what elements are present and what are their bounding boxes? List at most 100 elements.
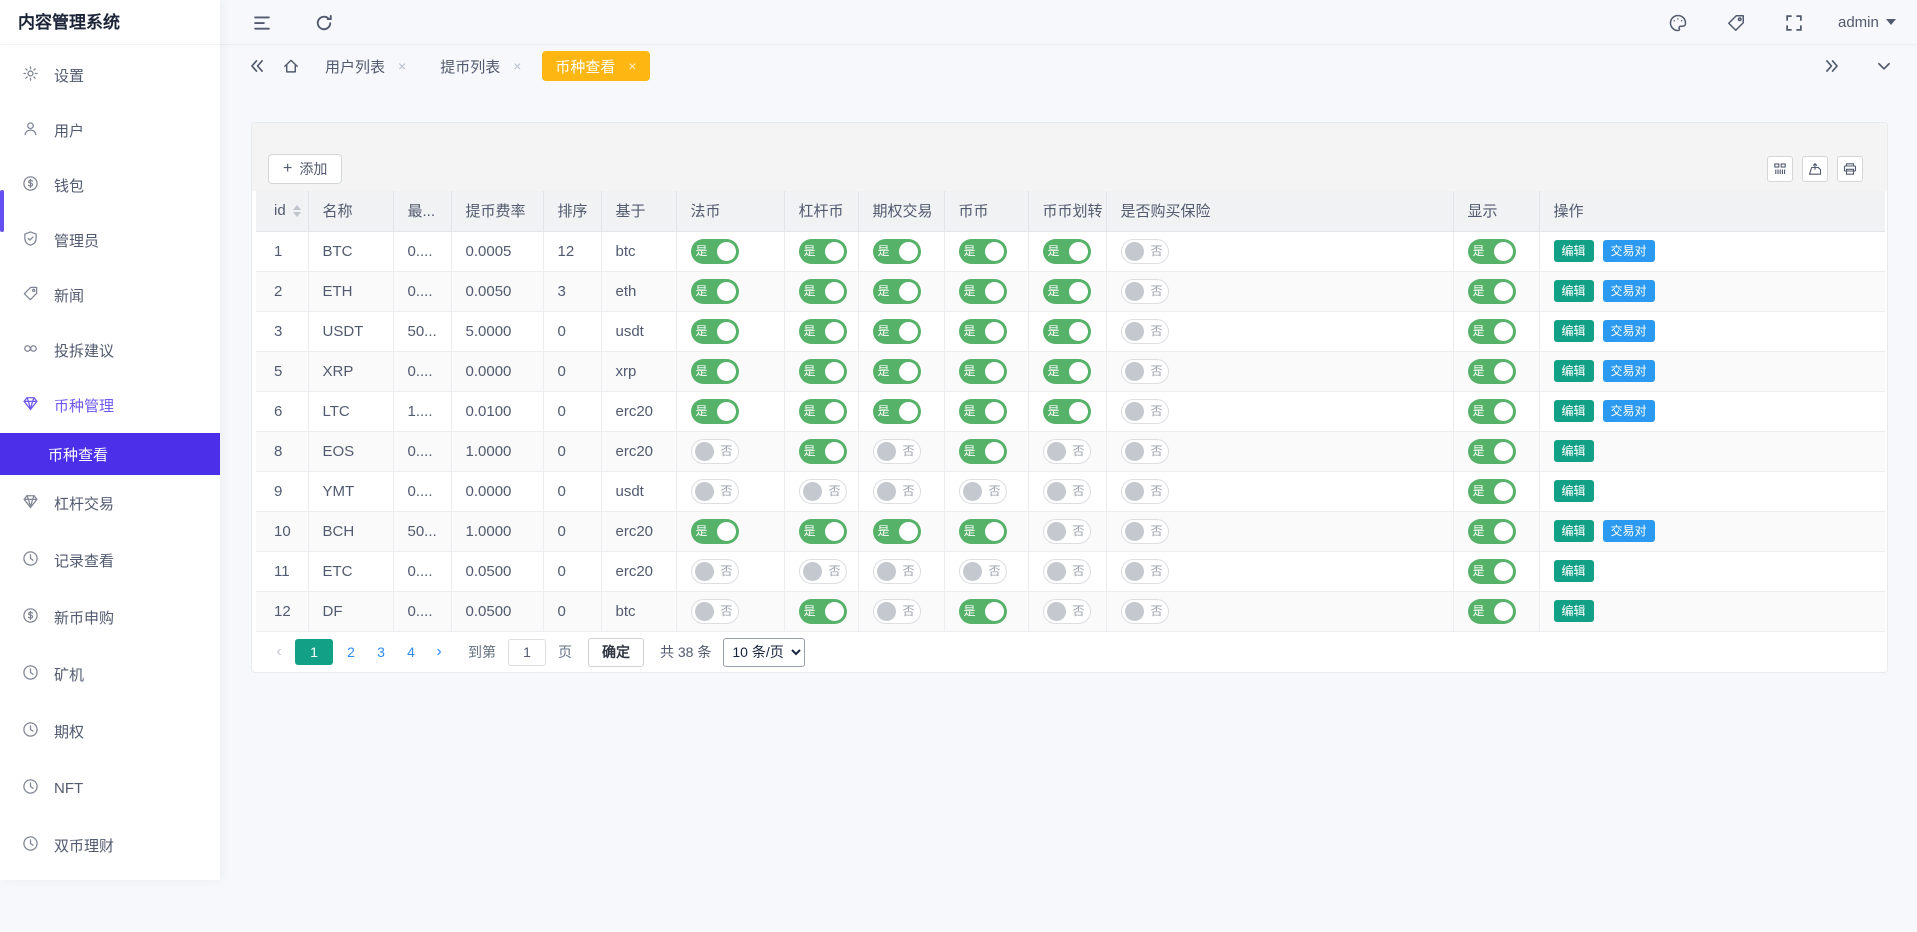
insurance-toggle[interactable]: 否 bbox=[1121, 279, 1169, 304]
insurance-toggle[interactable]: 否 bbox=[1121, 359, 1169, 384]
lever-toggle[interactable]: 是 bbox=[799, 359, 847, 384]
tag-icon[interactable] bbox=[1726, 13, 1746, 33]
tab-item[interactable]: 币种查看× bbox=[542, 51, 649, 81]
page-number-2[interactable]: 2 bbox=[339, 639, 363, 665]
show-toggle[interactable]: 是 bbox=[1468, 439, 1516, 464]
fiat-toggle[interactable]: 是 bbox=[691, 399, 739, 424]
transfer-toggle[interactable]: 是 bbox=[1043, 359, 1091, 384]
edit-button[interactable]: 编辑 bbox=[1554, 560, 1594, 582]
coin-toggle[interactable]: 是 bbox=[959, 519, 1007, 544]
lever-toggle[interactable]: 否 bbox=[799, 479, 847, 504]
add-button[interactable]: + 添加 bbox=[268, 154, 342, 184]
option-toggle[interactable]: 否 bbox=[873, 559, 921, 584]
show-toggle[interactable]: 是 bbox=[1468, 559, 1516, 584]
sidebar-item[interactable]: 用户 bbox=[0, 103, 220, 158]
trading-pair-button[interactable]: 交易对 bbox=[1603, 400, 1655, 422]
show-toggle[interactable]: 是 bbox=[1468, 319, 1516, 344]
close-icon[interactable]: × bbox=[398, 59, 406, 73]
fiat-toggle[interactable]: 是 bbox=[691, 239, 739, 264]
fiat-toggle[interactable]: 否 bbox=[691, 479, 739, 504]
insurance-toggle[interactable]: 否 bbox=[1121, 399, 1169, 424]
edit-button[interactable]: 编辑 bbox=[1554, 280, 1594, 302]
sidebar-item[interactable]: 设置 bbox=[0, 48, 220, 103]
sort-icon[interactable] bbox=[293, 205, 301, 217]
trading-pair-button[interactable]: 交易对 bbox=[1603, 320, 1655, 342]
lever-toggle[interactable]: 是 bbox=[799, 399, 847, 424]
insurance-toggle[interactable]: 否 bbox=[1121, 599, 1169, 624]
close-icon[interactable]: × bbox=[513, 59, 521, 73]
show-toggle[interactable]: 是 bbox=[1468, 359, 1516, 384]
tabs-options-chevron-icon[interactable] bbox=[1871, 53, 1897, 79]
export-icon[interactable] bbox=[1802, 156, 1828, 182]
coin-toggle[interactable]: 否 bbox=[959, 559, 1007, 584]
transfer-toggle[interactable]: 否 bbox=[1043, 479, 1091, 504]
sidebar-item[interactable]: NFT bbox=[0, 760, 220, 817]
coin-toggle[interactable]: 是 bbox=[959, 279, 1007, 304]
edit-button[interactable]: 编辑 bbox=[1554, 600, 1594, 622]
goto-page-input[interactable] bbox=[508, 639, 546, 666]
insurance-toggle[interactable]: 否 bbox=[1121, 479, 1169, 504]
sidebar-item[interactable]: 钱包 bbox=[0, 158, 220, 213]
option-toggle[interactable]: 是 bbox=[873, 239, 921, 264]
insurance-toggle[interactable]: 否 bbox=[1121, 519, 1169, 544]
menu-fold-icon[interactable] bbox=[252, 13, 272, 33]
option-toggle[interactable]: 是 bbox=[873, 399, 921, 424]
fiat-toggle[interactable]: 是 bbox=[691, 319, 739, 344]
fiat-toggle[interactable]: 是 bbox=[691, 519, 739, 544]
sidebar-item[interactable]: 杠杆交易 bbox=[0, 475, 220, 532]
coin-toggle[interactable]: 是 bbox=[959, 599, 1007, 624]
lever-toggle[interactable]: 是 bbox=[799, 279, 847, 304]
insurance-toggle[interactable]: 否 bbox=[1121, 439, 1169, 464]
show-toggle[interactable]: 是 bbox=[1468, 399, 1516, 424]
edit-button[interactable]: 编辑 bbox=[1554, 320, 1594, 342]
option-toggle[interactable]: 是 bbox=[873, 319, 921, 344]
page-number-3[interactable]: 3 bbox=[369, 639, 393, 665]
transfer-toggle[interactable]: 否 bbox=[1043, 599, 1091, 624]
coin-toggle[interactable]: 否 bbox=[959, 479, 1007, 504]
page-number-4[interactable]: 4 bbox=[399, 639, 423, 665]
sidebar-scrollbar-thumb[interactable] bbox=[0, 190, 4, 232]
sidebar-item[interactable]: 投拆建议 bbox=[0, 323, 220, 378]
confirm-button[interactable]: 确定 bbox=[588, 638, 644, 667]
fullscreen-icon[interactable] bbox=[1784, 13, 1804, 33]
option-toggle[interactable]: 是 bbox=[873, 519, 921, 544]
coin-toggle[interactable]: 是 bbox=[959, 239, 1007, 264]
sidebar-item[interactable]: 记录查看 bbox=[0, 532, 220, 589]
palette-icon[interactable] bbox=[1668, 13, 1688, 33]
transfer-toggle[interactable]: 是 bbox=[1043, 239, 1091, 264]
show-toggle[interactable]: 是 bbox=[1468, 279, 1516, 304]
edit-button[interactable]: 编辑 bbox=[1554, 400, 1594, 422]
show-toggle[interactable]: 是 bbox=[1468, 599, 1516, 624]
option-toggle[interactable]: 否 bbox=[873, 439, 921, 464]
lever-toggle[interactable]: 是 bbox=[799, 239, 847, 264]
tab-item[interactable]: 提币列表× bbox=[427, 51, 534, 81]
insurance-toggle[interactable]: 否 bbox=[1121, 239, 1169, 264]
next-page-icon[interactable]: › bbox=[426, 643, 452, 661]
show-toggle[interactable]: 是 bbox=[1468, 479, 1516, 504]
transfer-toggle[interactable]: 是 bbox=[1043, 399, 1091, 424]
fiat-toggle[interactable]: 否 bbox=[691, 439, 739, 464]
transfer-toggle[interactable]: 否 bbox=[1043, 519, 1091, 544]
page-size-select[interactable]: 10 条/页 bbox=[723, 638, 805, 667]
coin-toggle[interactable]: 是 bbox=[959, 399, 1007, 424]
sidebar-item[interactable]: 矿机 bbox=[0, 646, 220, 703]
page-number-1[interactable]: 1 bbox=[295, 639, 333, 665]
sidebar-item[interactable]: 期权 bbox=[0, 703, 220, 760]
lever-toggle[interactable]: 否 bbox=[799, 559, 847, 584]
fiat-toggle[interactable]: 否 bbox=[691, 559, 739, 584]
edit-button[interactable]: 编辑 bbox=[1554, 480, 1594, 502]
coin-toggle[interactable]: 是 bbox=[959, 319, 1007, 344]
insurance-toggle[interactable]: 否 bbox=[1121, 559, 1169, 584]
edit-button[interactable]: 编辑 bbox=[1554, 240, 1594, 262]
coin-toggle[interactable]: 是 bbox=[959, 439, 1007, 464]
trading-pair-button[interactable]: 交易对 bbox=[1603, 520, 1655, 542]
transfer-toggle[interactable]: 否 bbox=[1043, 559, 1091, 584]
refresh-icon[interactable] bbox=[314, 13, 334, 33]
columns-icon[interactable] bbox=[1767, 156, 1793, 182]
coin-toggle[interactable]: 是 bbox=[959, 359, 1007, 384]
option-toggle[interactable]: 是 bbox=[873, 279, 921, 304]
transfer-toggle[interactable]: 是 bbox=[1043, 319, 1091, 344]
sidebar-subitem-active[interactable]: 币种查看 bbox=[0, 433, 220, 475]
show-toggle[interactable]: 是 bbox=[1468, 239, 1516, 264]
insurance-toggle[interactable]: 否 bbox=[1121, 319, 1169, 344]
